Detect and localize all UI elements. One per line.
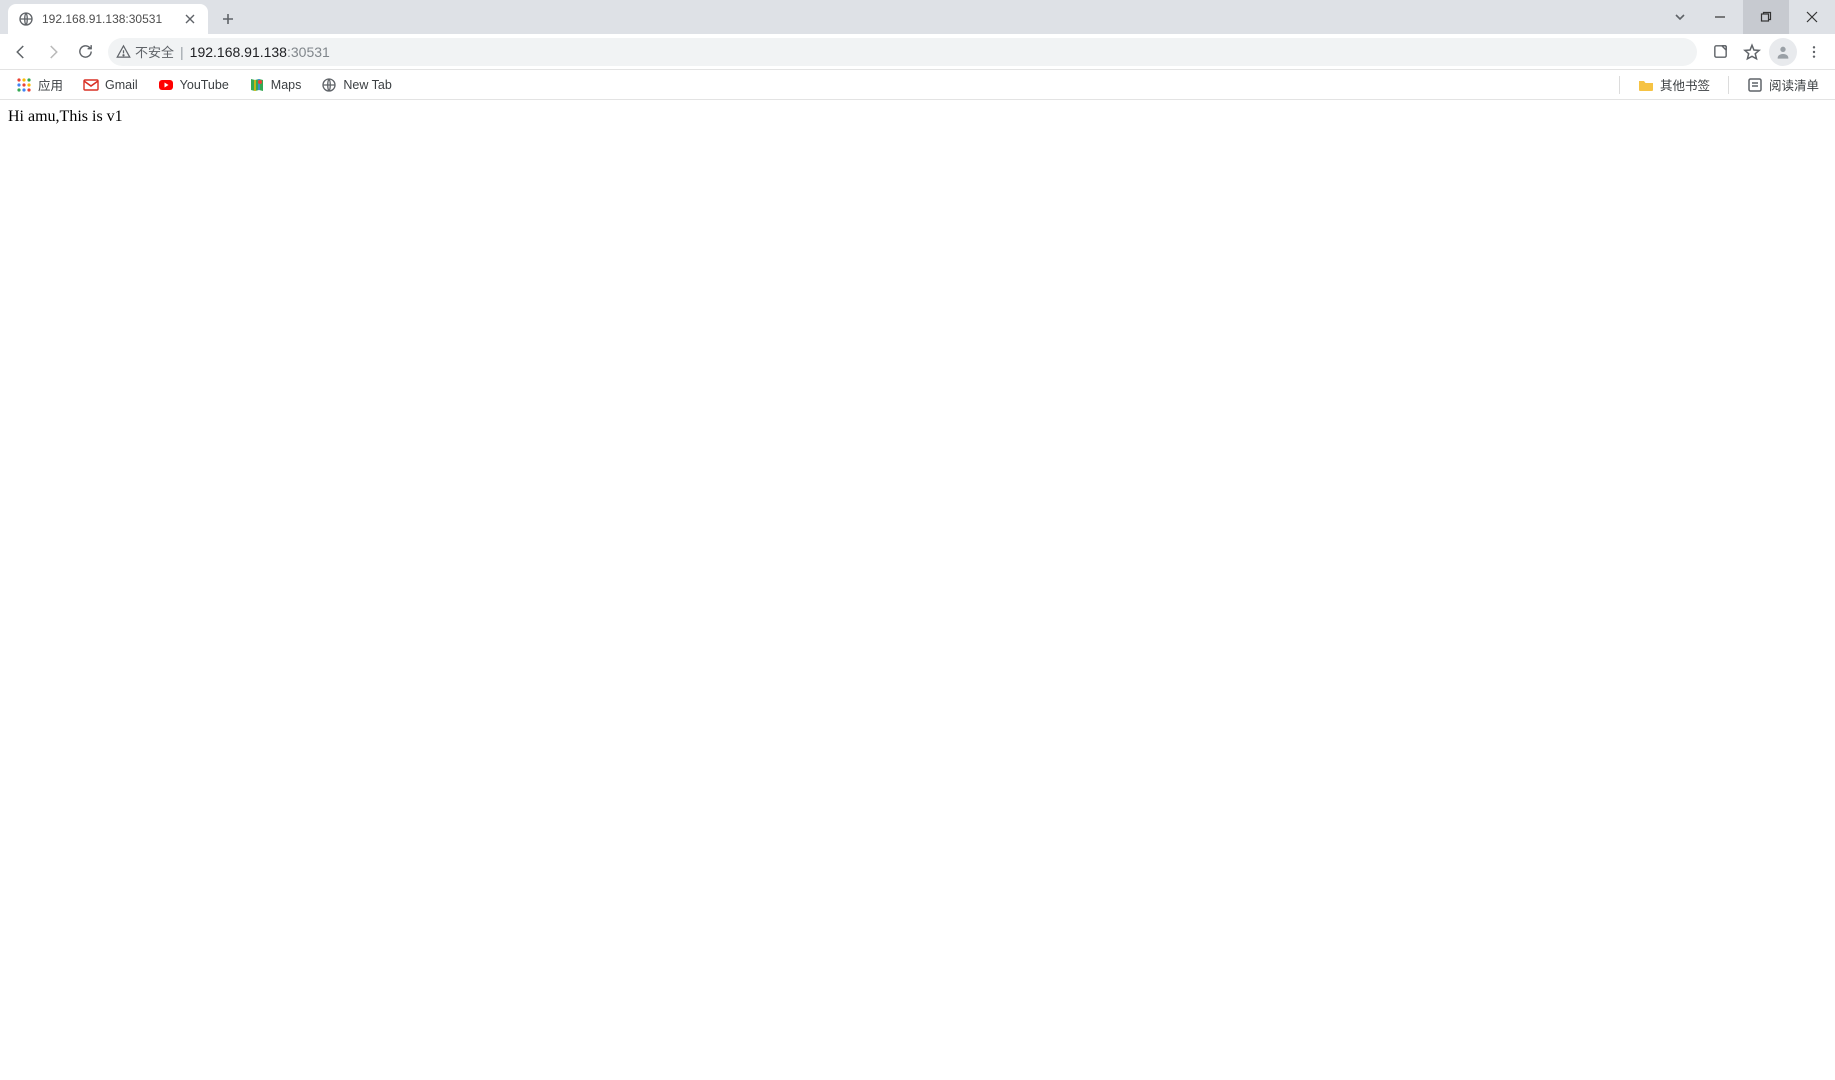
bookmarks-divider	[1619, 76, 1620, 94]
share-button[interactable]	[1705, 37, 1735, 67]
tab-title: 192.168.91.138:30531	[42, 12, 174, 26]
security-chip[interactable]: 不安全	[116, 42, 174, 61]
back-button[interactable]	[6, 37, 36, 67]
close-window-button[interactable]	[1789, 0, 1835, 34]
bookmark-label: Gmail	[105, 78, 138, 92]
reading-list-button[interactable]: 阅读清单	[1739, 71, 1827, 98]
profile-button[interactable]	[1769, 38, 1797, 66]
warning-icon	[116, 44, 131, 59]
bookmark-label: 应用	[38, 75, 63, 94]
url-port: :30531	[287, 44, 330, 60]
youtube-icon	[158, 77, 174, 93]
globe-icon	[321, 77, 337, 93]
security-label: 不安全	[135, 42, 174, 61]
maximize-button[interactable]	[1743, 0, 1789, 34]
address-bar[interactable]: 不安全 | 192.168.91.138:30531	[108, 38, 1697, 66]
url-host: 192.168.91.138	[190, 44, 287, 60]
apps-grid-icon	[16, 77, 32, 93]
bookmarks-bar: 应用 Gmail YouTube Maps	[0, 70, 1835, 100]
bookmark-youtube[interactable]: YouTube	[150, 73, 237, 97]
bookmark-label: 阅读清单	[1769, 75, 1819, 94]
bookmark-label: New Tab	[343, 78, 391, 92]
bookmark-label: YouTube	[180, 78, 229, 92]
forward-button[interactable]	[38, 37, 68, 67]
menu-button[interactable]	[1799, 37, 1829, 67]
bookmark-newtab[interactable]: New Tab	[313, 73, 399, 97]
bookmark-apps[interactable]: 应用	[8, 71, 71, 98]
close-tab-button[interactable]	[182, 11, 198, 27]
omnibox-separator: |	[180, 44, 184, 60]
gmail-icon	[83, 77, 99, 93]
reload-button[interactable]	[70, 37, 100, 67]
page-content: Hi amu,This is v1	[0, 100, 1835, 134]
bookmark-gmail[interactable]: Gmail	[75, 73, 146, 97]
minimize-button[interactable]	[1697, 0, 1743, 34]
reading-list-icon	[1747, 77, 1763, 93]
url-text: 192.168.91.138:30531	[190, 44, 330, 60]
window-controls	[1663, 0, 1835, 34]
page-body-text: Hi amu,This is v1	[8, 108, 123, 125]
bookmark-label: 其他书签	[1660, 75, 1710, 94]
browser-tab[interactable]: 192.168.91.138:30531	[8, 4, 208, 34]
toolbar: 不安全 | 192.168.91.138:30531	[0, 34, 1835, 70]
tabs-dropdown-button[interactable]	[1663, 0, 1697, 34]
globe-icon	[18, 11, 34, 27]
new-tab-button[interactable]	[214, 5, 242, 33]
tab-strip: 192.168.91.138:30531	[0, 0, 1835, 34]
bookmark-star-button[interactable]	[1737, 37, 1767, 67]
folder-icon	[1638, 77, 1654, 93]
other-bookmarks-button[interactable]: 其他书签	[1630, 71, 1718, 98]
maps-icon	[249, 77, 265, 93]
bookmark-maps[interactable]: Maps	[241, 73, 310, 97]
toolbar-right	[1705, 37, 1829, 67]
bookmarks-divider	[1728, 76, 1729, 94]
bookmark-label: Maps	[271, 78, 302, 92]
